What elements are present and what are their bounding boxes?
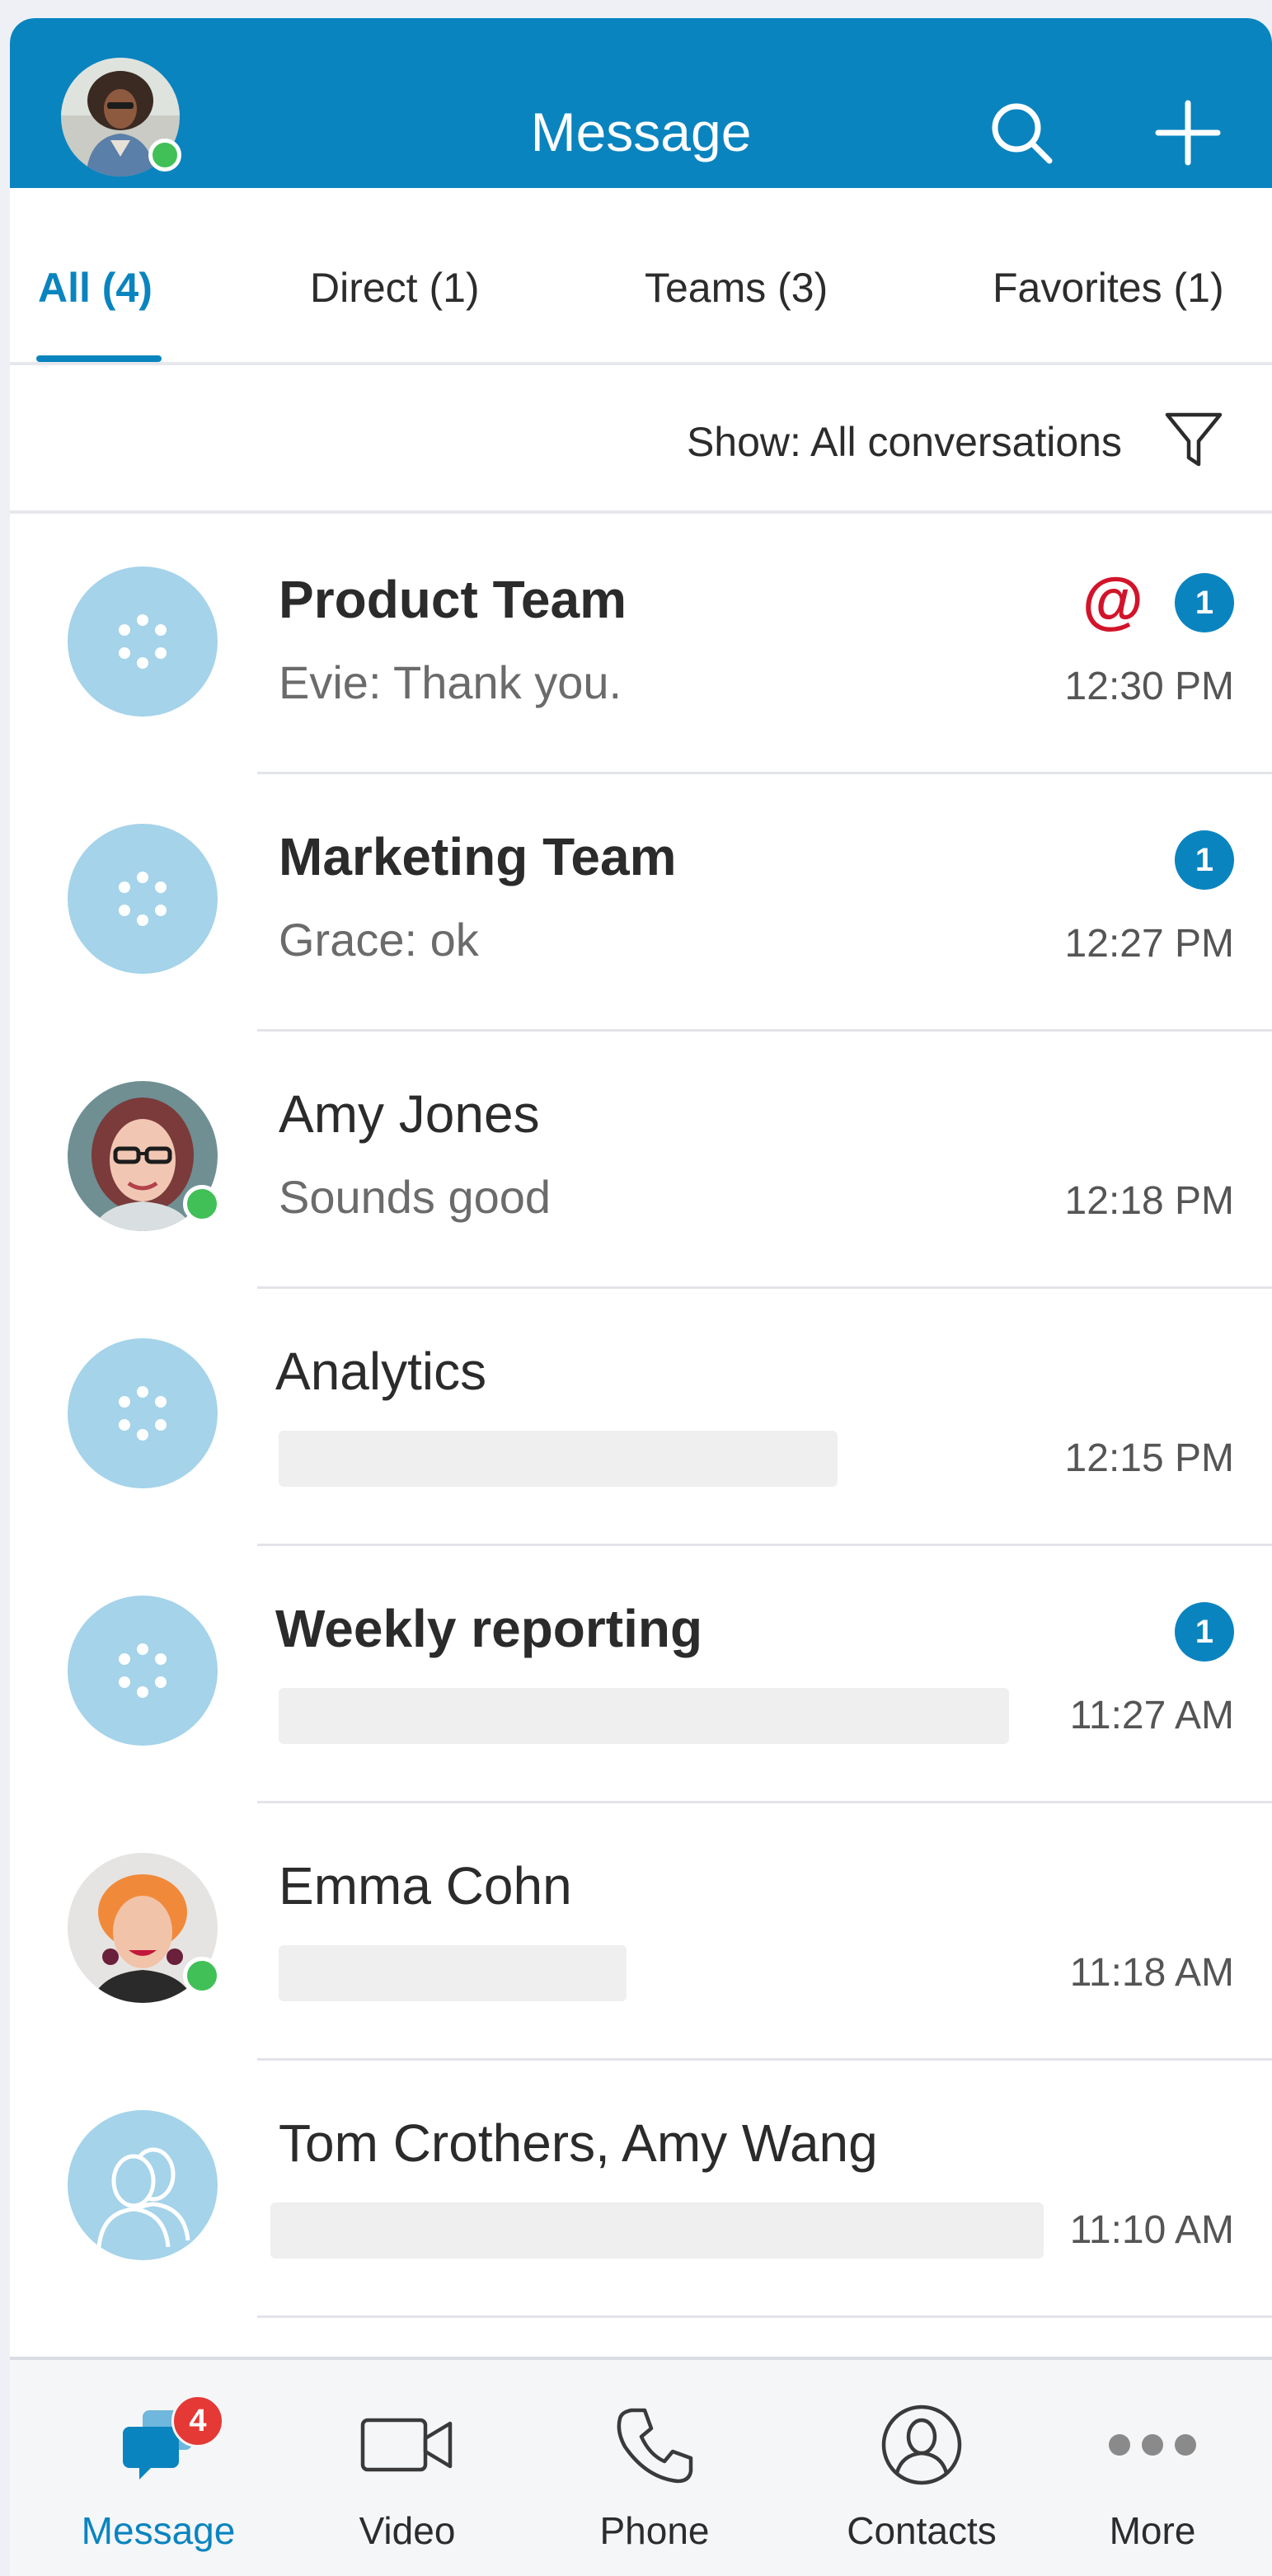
conversation-name: Emma Cohn	[279, 1856, 572, 1916]
filter-button[interactable]	[1161, 407, 1227, 472]
conversation-name: Tom Crothers, Amy Wang	[279, 2113, 878, 2173]
nav-label: Contacts	[847, 2509, 997, 2552]
unread-badge: 1	[1175, 573, 1234, 632]
nav-video-icon-wrap	[354, 2400, 461, 2490]
preview-placeholder	[279, 1431, 838, 1487]
contact-avatar	[68, 1853, 221, 2003]
plus-icon	[1155, 100, 1221, 166]
page-title-text: Message	[530, 101, 752, 162]
conversation-time: 12:15 PM	[1064, 1436, 1234, 1480]
conversation-row[interactable]: Analytics 12:15 PM	[10, 1289, 1272, 1546]
team-avatar	[68, 566, 218, 717]
message-count-badge: 4	[171, 2395, 224, 2447]
nav-phone-icon-wrap	[601, 2400, 708, 2490]
conversation-time: 11:27 AM	[1069, 1694, 1234, 1737]
conversation-row[interactable]: Emma Cohn 11:18 AM	[10, 1803, 1272, 2061]
conversation-name: Amy Jones	[279, 1084, 540, 1144]
preview-placeholder	[279, 1945, 627, 2001]
team-icon	[119, 1386, 167, 1441]
conversation-time: 11:10 AM	[1069, 2208, 1234, 2252]
conversation-name: Analytics	[275, 1342, 487, 1401]
conversation-time: 12:30 PM	[1064, 665, 1234, 708]
team-icon	[119, 1643, 167, 1698]
tab-all[interactable]: All (4)	[38, 262, 153, 313]
nav-label: More	[1109, 2509, 1196, 2552]
presence-online-indicator	[183, 1185, 221, 1223]
filter-dropdown[interactable]: Show: All conversations	[687, 416, 1122, 468]
contact-avatar	[68, 1081, 221, 1231]
conversation-row[interactable]: Marketing Team Grace: ok 1 12:27 PM	[10, 774, 1272, 1032]
nav-video[interactable]: Video	[292, 2360, 523, 2576]
conversation-row[interactable]: Amy Jones Sounds good 12:18 PM	[10, 1032, 1272, 1289]
page-title: Message	[10, 96, 1272, 167]
team-avatar	[68, 1596, 218, 1746]
conversation-name: Weekly reporting	[275, 1599, 703, 1658]
mention-icon: @	[1082, 566, 1143, 636]
nav-more-icon-wrap	[1099, 2400, 1206, 2490]
team-icon	[119, 614, 167, 669]
conversation-name: Marketing Team	[279, 827, 677, 886]
conversation-preview: Grace: ok	[279, 914, 479, 966]
nav-message[interactable]: 4 Message	[43, 2360, 274, 2576]
conversation-time: 12:18 PM	[1064, 1179, 1234, 1223]
phone-icon	[617, 2408, 693, 2484]
team-avatar	[68, 1338, 218, 1488]
group-avatar	[68, 2110, 218, 2260]
nav-more[interactable]: More	[1054, 2360, 1251, 2576]
filter-bar: Show: All conversations	[10, 365, 1272, 514]
conversation-preview: Evie: Thank you.	[279, 656, 622, 708]
nav-label: Phone	[599, 2509, 710, 2552]
unread-badge: 1	[1175, 830, 1234, 890]
nav-label: Message	[81, 2509, 236, 2552]
presence-online-indicator	[183, 1957, 221, 1995]
preview-placeholder	[279, 1688, 1009, 1744]
active-tab-indicator	[36, 355, 162, 362]
search-icon	[992, 103, 1053, 164]
nav-label: Video	[359, 2509, 456, 2552]
video-icon	[360, 2418, 453, 2472]
bottom-navigation: 4 Message Video Phone Contacts More	[10, 2357, 1272, 2576]
nav-contacts-icon-wrap	[868, 2400, 975, 2490]
conversation-time: 11:18 AM	[1069, 1951, 1234, 1995]
conversation-row[interactable]: Product Team Evie: Thank you. @ 1 12:30 …	[10, 517, 1272, 774]
conversation-preview: Sounds good	[279, 1171, 552, 1223]
unread-badge: 1	[1175, 1602, 1234, 1662]
conversation-row[interactable]: Tom Crothers, Amy Wang 11:10 AM	[10, 2061, 1272, 2318]
group-people-icon	[96, 2147, 190, 2248]
new-conversation-button[interactable]	[1143, 87, 1233, 178]
message-app: Message All (4) Direct (1) Teams (3) Fav…	[10, 18, 1272, 2576]
conversation-time: 12:27 PM	[1064, 922, 1234, 966]
team-icon	[119, 872, 167, 926]
tab-direct[interactable]: Direct (1)	[310, 262, 480, 313]
conversation-tabs: All (4) Direct (1) Teams (3) Favorites (…	[10, 188, 1272, 365]
team-avatar	[68, 824, 218, 974]
app-header: Message	[10, 18, 1272, 188]
conversation-row[interactable]: Weekly reporting 1 11:27 AM	[10, 1546, 1272, 1803]
search-button[interactable]	[976, 87, 1067, 178]
nav-phone[interactable]: Phone	[539, 2360, 770, 2576]
tab-teams[interactable]: Teams (3)	[645, 262, 828, 313]
nav-contacts[interactable]: Contacts	[806, 2360, 1037, 2576]
filter-icon	[1165, 412, 1223, 467]
more-icon	[1109, 2434, 1196, 2456]
tab-favorites[interactable]: Favorites (1)	[993, 262, 1224, 313]
row-divider	[257, 2315, 1272, 2318]
contacts-icon	[881, 2404, 962, 2485]
preview-placeholder	[270, 2202, 1044, 2259]
conversation-name: Product Team	[279, 570, 627, 629]
